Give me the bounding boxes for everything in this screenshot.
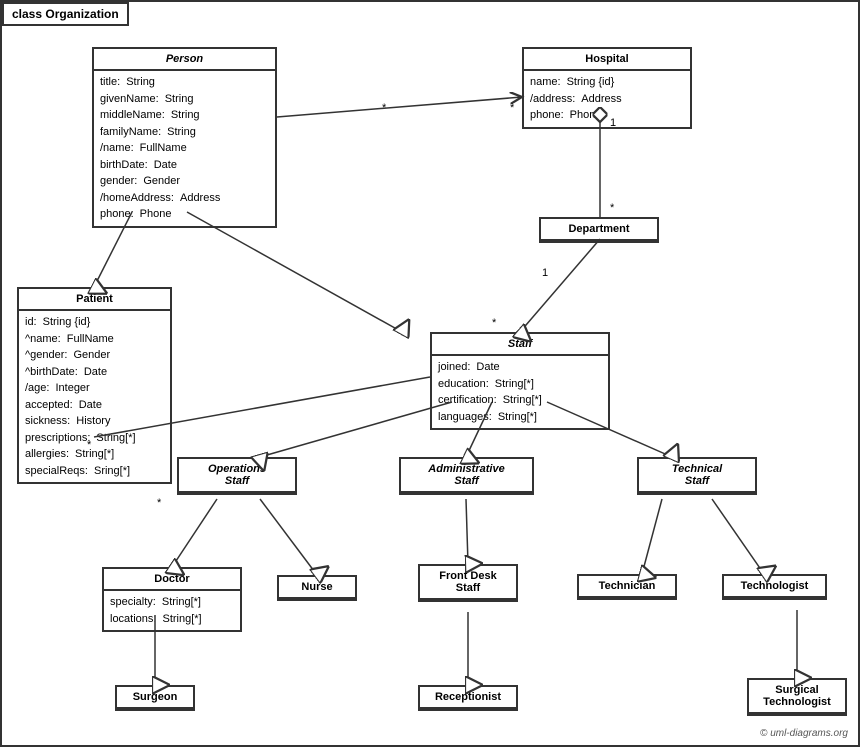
- class-staff: Staff joined:Date education:String[*] ce…: [430, 332, 610, 430]
- class-operations-staff: Operations Staff: [177, 457, 297, 495]
- class-surgical-technologist: Surgical Technologist: [747, 678, 847, 716]
- class-department-header: Department: [541, 219, 657, 241]
- class-front-desk-staff-header: Front Desk Staff: [420, 566, 516, 600]
- class-hospital-header: Hospital: [524, 49, 690, 71]
- class-department: Department: [539, 217, 659, 243]
- class-technical-staff-header: Technical Staff: [639, 459, 755, 493]
- class-surgical-technologist-header: Surgical Technologist: [749, 680, 845, 714]
- class-technician: Technician: [577, 574, 677, 600]
- class-front-desk-staff: Front Desk Staff: [418, 564, 518, 602]
- class-administrative-staff-header: Administrative Staff: [401, 459, 532, 493]
- class-person: Person title:String givenName:String mid…: [92, 47, 277, 228]
- copyright-text: © uml-diagrams.org: [760, 728, 848, 739]
- multiplicity-hospital-star: *: [510, 102, 514, 114]
- class-nurse-header: Nurse: [279, 577, 355, 599]
- class-administrative-staff: Administrative Staff: [399, 457, 534, 495]
- multiplicity-dept-staff-1: 1: [542, 267, 548, 279]
- class-patient-body: id:String {id} ^name:FullName ^gender:Ge…: [19, 311, 170, 482]
- class-person-header: Person: [94, 49, 275, 71]
- multiplicity-staff-star: *: [492, 317, 496, 329]
- class-surgeon: Surgeon: [115, 685, 195, 711]
- class-operations-staff-header: Operations Staff: [179, 459, 295, 493]
- class-doctor-body: specialty:String[*] locations:String[*]: [104, 591, 240, 630]
- multiplicity-ops-star: *: [157, 497, 161, 509]
- multiplicity-hospital-dept-1: 1: [610, 117, 616, 129]
- class-receptionist-header: Receptionist: [420, 687, 516, 709]
- multiplicity-dept-star: *: [610, 202, 614, 214]
- class-receptionist: Receptionist: [418, 685, 518, 711]
- class-technologist-header: Technologist: [724, 576, 825, 598]
- class-staff-body: joined:Date education:String[*] certific…: [432, 356, 608, 428]
- diagram-title: class Organization: [2, 2, 129, 26]
- class-technician-header: Technician: [579, 576, 675, 598]
- class-patient: Patient id:String {id} ^name:FullName ^g…: [17, 287, 172, 484]
- class-hospital: Hospital name:String {id} /address:Addre…: [522, 47, 692, 129]
- class-doctor: Doctor specialty:String[*] locations:Str…: [102, 567, 242, 632]
- class-hospital-body: name:String {id} /address:Address phone:…: [524, 71, 690, 127]
- class-technologist: Technologist: [722, 574, 827, 600]
- multiplicity-person-hospital-star: *: [382, 102, 386, 114]
- class-doctor-header: Doctor: [104, 569, 240, 591]
- class-technical-staff: Technical Staff: [637, 457, 757, 495]
- diagram-container: class Organization Person title:String g…: [0, 0, 860, 747]
- class-staff-header: Staff: [432, 334, 608, 356]
- class-surgeon-header: Surgeon: [117, 687, 193, 709]
- class-patient-header: Patient: [19, 289, 170, 311]
- class-person-body: title:String givenName:String middleName…: [94, 71, 275, 226]
- multiplicity-patient-star: *: [87, 439, 91, 451]
- class-nurse: Nurse: [277, 575, 357, 601]
